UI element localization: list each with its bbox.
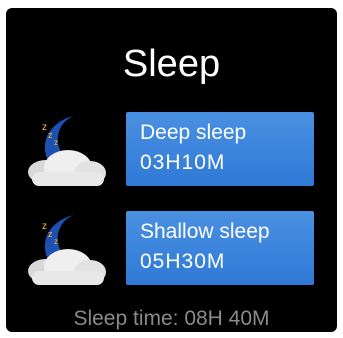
svg-text:z: z xyxy=(54,237,58,246)
svg-text:z: z xyxy=(42,221,47,232)
deep-sleep-label: Deep sleep xyxy=(140,121,247,144)
shallow-sleep-label: Shallow sleep xyxy=(140,220,270,243)
sleep-moon-cloud-icon: z z z xyxy=(24,112,116,190)
shallow-sleep-value: 05H30M xyxy=(140,250,226,273)
svg-text:z: z xyxy=(48,130,53,140)
sleep-time-total: Sleep time: 08H 40M xyxy=(73,307,270,330)
shallow-sleep-row: z z z Shallow sleep 05H30M xyxy=(6,211,337,285)
sleep-screen: Sleep z z z Deep sleep 03H10M z z z Shal… xyxy=(6,8,337,332)
deep-sleep-card: Deep sleep 03H10M xyxy=(126,112,314,186)
shallow-sleep-card: Shallow sleep 05H30M xyxy=(126,211,314,285)
deep-sleep-value: 03H10M xyxy=(140,151,226,174)
page-title: Sleep xyxy=(122,43,221,85)
deep-sleep-row: z z z Deep sleep 03H10M xyxy=(6,112,337,186)
sleep-moon-cloud-icon: z z z xyxy=(24,211,116,289)
svg-text:z: z xyxy=(54,138,58,147)
svg-text:z: z xyxy=(42,122,47,133)
svg-text:z: z xyxy=(48,229,53,239)
